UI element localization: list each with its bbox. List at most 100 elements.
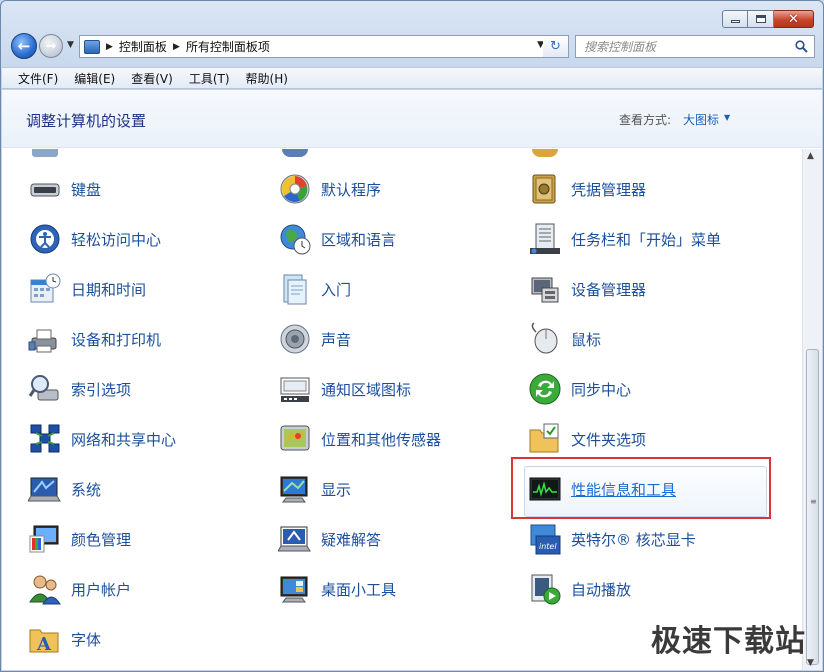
calendar-clock-icon <box>30 273 61 303</box>
item-label: 网络和共享中心 <box>71 430 177 449</box>
item-devices-printers[interactable]: 设备和打印机 <box>28 321 161 357</box>
item-label: 索引选项 <box>71 380 132 399</box>
menu-file[interactable]: 文件(F) <box>10 68 66 89</box>
item-device-manager[interactable]: 设备管理器 <box>528 271 646 307</box>
search-icon[interactable] <box>795 40 808 53</box>
desktop-gadgets-icon <box>280 576 308 603</box>
highlight-annotation <box>511 457 771 519</box>
partial-item-icon <box>282 149 312 157</box>
item-label: 字体 <box>71 630 102 649</box>
item-label: 声音 <box>321 330 352 349</box>
mouse-icon <box>531 322 558 354</box>
search-input[interactable] <box>584 39 784 54</box>
view-by-label: 查看方式: <box>619 113 672 127</box>
search-box[interactable] <box>575 35 815 58</box>
view-by-caret-icon[interactable]: ▼ <box>724 113 730 122</box>
refresh-button[interactable]: ↻ <box>543 35 569 58</box>
watermark: 极速下载站 <box>651 624 806 659</box>
item-troubleshooting[interactable]: 疑难解答 <box>278 521 381 557</box>
font-folder-icon: A <box>29 629 59 655</box>
svg-text:intel: intel <box>539 542 557 551</box>
item-mouse[interactable]: 鼠标 <box>528 321 601 357</box>
item-autoplay[interactable]: 自动播放 <box>528 571 631 607</box>
item-label: 区域和语言 <box>321 230 397 249</box>
item-taskbar-start-menu[interactable]: 任务栏和「开始」菜单 <box>528 221 721 257</box>
menu-tools[interactable]: 工具(T) <box>181 68 238 89</box>
item-notification-area-icons[interactable]: 通知区域图标 <box>278 371 411 407</box>
item-label: 鼠标 <box>571 330 602 349</box>
item-folder-options[interactable]: 文件夹选项 <box>528 421 646 457</box>
folder-options-icon <box>529 423 559 453</box>
item-label: 设备和打印机 <box>71 330 162 349</box>
control-panel-window: ✕ ← → ▼ ▶ 控制面板 ▶ 所有控制面板项 ▼ ↻ 文件(F) 编辑(E)… <box>0 0 824 672</box>
device-manager-icon <box>531 277 559 303</box>
item-label: 显示 <box>321 480 352 499</box>
forward-button[interactable]: → <box>39 34 63 58</box>
menu-edit[interactable]: 编辑(E) <box>66 68 123 89</box>
scroll-down-icon[interactable]: ▼ <box>807 658 814 668</box>
scrollbar-thumb[interactable]: ≡ <box>806 349 819 665</box>
recent-pages-dropdown[interactable]: ▼ <box>67 40 74 50</box>
scroll-up-icon[interactable]: ▲ <box>807 151 814 161</box>
control-panel-items: 键盘 轻松访问中心 日期和时间 设备和打印机 索引选项 网络和共享中心 系统 颜… <box>2 149 802 670</box>
item-label: 自动播放 <box>571 580 632 599</box>
breadcrumb-control-panel[interactable]: 控制面板 <box>119 38 167 55</box>
magnifier-icon <box>28 375 59 401</box>
content-header: 调整计算机的设置 查看方式: 大图标 ▼ <box>2 90 822 148</box>
item-desktop-gadgets[interactable]: 桌面小工具 <box>278 571 396 607</box>
item-label: 位置和其他传感器 <box>321 430 442 449</box>
control-panel-icon <box>84 39 100 54</box>
close-button[interactable]: ✕ <box>774 10 814 28</box>
item-sync-center[interactable]: 同步中心 <box>528 371 631 407</box>
item-keyboard[interactable]: 键盘 <box>28 171 101 207</box>
item-user-accounts[interactable]: 用户帐户 <box>28 571 131 607</box>
sync-icon <box>529 373 561 405</box>
item-label: 同步中心 <box>571 380 632 399</box>
item-display[interactable]: 显示 <box>278 471 351 507</box>
item-ease-of-access[interactable]: 轻松访问中心 <box>28 221 161 257</box>
item-location-sensors[interactable]: 位置和其他传感器 <box>278 421 441 457</box>
address-bar[interactable]: ▶ 控制面板 ▶ 所有控制面板项 ▼ <box>79 35 549 58</box>
navigation-bar: ← → ▼ ▶ 控制面板 ▶ 所有控制面板项 ▼ ↻ <box>9 33 815 61</box>
maximize-button[interactable] <box>748 10 774 28</box>
item-label: 文件夹选项 <box>571 430 647 449</box>
breadcrumb-all-items[interactable]: 所有控制面板项 <box>186 38 270 55</box>
breadcrumb-separator-icon[interactable]: ▶ <box>106 42 113 52</box>
item-fonts[interactable]: A 字体 <box>28 621 101 657</box>
taskbar-icon <box>530 223 560 254</box>
item-network-sharing[interactable]: 网络和共享中心 <box>28 421 176 457</box>
display-icon <box>280 476 308 503</box>
menu-view[interactable]: 查看(V) <box>123 68 181 89</box>
item-indexing-options[interactable]: 索引选项 <box>28 371 131 407</box>
menu-help[interactable]: 帮助(H) <box>238 68 296 89</box>
item-getting-started[interactable]: 入门 <box>278 271 351 307</box>
item-label: 键盘 <box>71 180 102 199</box>
item-date-time[interactable]: 日期和时间 <box>28 271 146 307</box>
item-sound[interactable]: 声音 <box>278 321 351 357</box>
autoplay-icon <box>531 574 561 605</box>
item-default-programs[interactable]: 默认程序 <box>278 171 381 207</box>
item-label: 桌面小工具 <box>321 580 397 599</box>
printer-icon <box>28 329 57 353</box>
item-intel-graphics[interactable]: intel 英特尔® 核芯显卡 <box>528 521 696 557</box>
item-label: 任务栏和「开始」菜单 <box>571 230 722 249</box>
minimize-icon <box>730 20 740 23</box>
item-system[interactable]: 系统 <box>28 471 101 507</box>
item-label: 颜色管理 <box>71 530 132 549</box>
notification-area-icon <box>280 377 310 402</box>
breadcrumb-separator-icon[interactable]: ▶ <box>173 42 180 52</box>
view-by-dropdown[interactable]: 大图标 <box>683 111 719 128</box>
close-icon: ✕ <box>788 11 799 27</box>
item-color-management[interactable]: 颜色管理 <box>28 521 131 557</box>
item-label: 轻松访问中心 <box>71 230 162 249</box>
back-button[interactable]: ← <box>11 33 37 59</box>
speaker-icon <box>280 324 310 354</box>
vertical-scrollbar[interactable]: ▲ ≡ ▼ <box>802 149 822 670</box>
item-label: 默认程序 <box>321 180 382 199</box>
partial-item-icon <box>32 149 62 157</box>
grip-icon: ≡ <box>810 497 817 506</box>
item-credential-manager[interactable]: 凭据管理器 <box>528 171 646 207</box>
minimize-button[interactable] <box>722 10 748 28</box>
page-title: 调整计算机的设置 <box>26 112 147 130</box>
item-region-language[interactable]: 区域和语言 <box>278 221 396 257</box>
